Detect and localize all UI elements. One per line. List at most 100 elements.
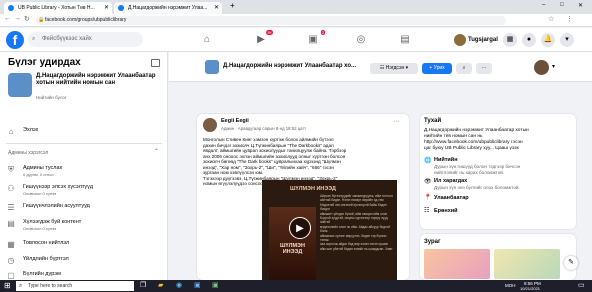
image-text: Айрсан бүтээлүүдийг занжинуруулж, ийм то… [320,194,396,278]
groups-icon[interactable]: ◎ [354,33,368,47]
reload-icon[interactable]: ↻ [24,15,30,23]
chrome-icon[interactable]: ◉ [176,281,182,291]
invite-label: Урих [433,65,445,71]
post-text-line: Монголын Стивен Кинг хэмээн хүртэж болох… [203,137,334,142]
post-text-line: инээд", "Хар ном", "Зохрь-2", "Ши", "Үйл… [203,164,334,170]
user-shield-icon: ⛨ [8,165,14,174]
messenger-icon[interactable]: ● [522,33,536,47]
sidebar-item-pending-content[interactable]: ▤ Хүлээгдэж буй контент Оновчлол 0 хүнээ [6,219,162,233]
minimize-button[interactable]: – [542,2,545,8]
globe-icon: 🌐 [424,158,432,164]
user-name[interactable]: Tugsjargal [468,37,498,43]
clock-date[interactable]: 10/21/2021 [520,286,540,291]
chevron-down-icon[interactable]: ▾ [552,63,555,70]
close-icon[interactable]: ✕ [104,2,109,14]
photo-thumbnail[interactable] [494,249,560,279]
joined-button[interactable]: ☷ Нэгдсэн ▾ [370,63,418,74]
avatar[interactable] [203,118,217,132]
about-desc-line: нийтийн тев номын сан нь [424,134,483,139]
lock-icon: 🔒 [38,17,45,23]
group-name[interactable]: Д.Нацагдоржийн нэрэмжит Улаанбаатар хоты… [36,73,156,87]
divider [6,143,162,144]
forward-icon[interactable]: → [14,15,21,22]
word-icon[interactable]: ▣ [194,281,201,291]
more-options-button[interactable]: ··· [476,63,492,74]
play-icon[interactable]: ▶ [289,217,311,239]
photo-thumbnail[interactable] [424,249,490,279]
gaming-icon[interactable]: ▤ [398,33,412,47]
post-meta: Админ · Аравдугаар сарын 8-нд 18:52 цагт [221,126,307,131]
collapse-icon[interactable] [151,59,160,67]
sidebar-item-scheduled-posts[interactable]: ▦ Товлосон нийтлэл [6,240,162,252]
sidebar-item-home[interactable]: ⌂ Эхлэх [6,127,162,139]
image-title: ШҮЛМЭН ИНЭЭД [290,186,336,192]
url-text: facebook.com/groups/ubpubliclibrary [45,17,127,23]
notifications-icon[interactable]: 🔔 [541,33,555,47]
facebook-favicon-icon [8,5,14,11]
close-icon[interactable]: ✕ [214,2,219,14]
browser-tab-title: UB Public Library - Хотын Төв Н... [18,5,95,11]
more-icon: ··· [481,65,487,71]
admin-tools-title: Админы хэрэгсэл [8,150,49,156]
account-icon[interactable]: ▾ [560,33,574,47]
sidebar-item-group-rules[interactable]: ▢ Бүлгийн дүрэм [6,271,162,280]
home-icon[interactable]: ⌂ [200,33,214,47]
invite-button[interactable]: + Урих [422,63,452,74]
task-view-icon[interactable]: ❐ [140,281,146,291]
avatar[interactable] [534,60,549,75]
browser-tab[interactable]: Д.Нацагдоржийн нэрэмжит Улаа... ✕ [114,2,222,14]
photos-title: Зураг [424,239,441,245]
browser-tab[interactable]: UB Public Library - Хотын Төв Н... ✕ [4,2,112,14]
rules-icon: ▢ [7,271,15,280]
file-explorer-icon[interactable]: ▰ [158,281,163,291]
close-window-button[interactable]: ✕ [578,2,583,9]
excel-icon[interactable]: ▣ [212,281,219,291]
sidebar-item-activity-log[interactable]: ◷ Үйлдлийн бүртгэл [6,256,162,268]
sidebar-item-sub: Оновчлол 0 хүнээ [23,191,57,196]
sidebar-item-member-requests[interactable]: ⚇ Гишүүнээр элсэх хүсэлтүүд Оновчлол 0 х… [6,184,162,198]
maximize-button[interactable]: □ [560,2,564,8]
group-thumbnail[interactable] [8,73,32,97]
facebook-search-input[interactable]: ⌕ Фейсбүүкээс хайх [28,32,143,47]
group-privacy: Нийтийн бүлэг [36,95,67,100]
sidebar-item-admin-assist[interactable]: ⛨ Админы туслах 0 дүрэм, 0 огноо [6,165,162,179]
sidebar-item-label: Админы туслах [23,165,63,171]
image-text-line: ийм шиг үйлтэй бидэн эзнийг нь шаардсан.… [320,246,393,251]
notification-badge: 9+ [266,30,273,35]
windows-start-icon[interactable]: ⊞ [4,281,11,291]
image-text-line: мэдээллийн олон нь ийм. Айдас айсуур бод… [320,224,390,234]
sidebar-item-label: Гишүүнээр элсэх хүсэлтүүд [23,184,94,190]
back-icon[interactable]: ← [4,15,11,22]
post-author[interactable]: Eegii Eegii [221,118,249,124]
menu-grid-icon[interactable]: ▦ [503,33,517,47]
url-field[interactable]: 🔒 facebook.com/groups/ubpubliclibrary [36,16,506,25]
image-text-line: Бодтой зүүдтэй, оюуны хүрээгээр тэрхүү з… [320,216,388,225]
extensions-icon[interactable]: ☆ [548,15,554,23]
language-indicator[interactable]: МОН [505,283,516,288]
group-thumbnail[interactable] [205,60,219,74]
notification-center-icon[interactable]: ▭ [578,281,585,291]
user-request-icon: ⚇ [7,184,15,193]
chevron-up-icon[interactable]: ⌃ [154,148,159,155]
book-title: ШҮЛМЭН ИНЭЭД [280,243,305,255]
avatar[interactable] [454,34,466,46]
more-icon[interactable]: ··· [393,118,400,125]
marketplace-icon[interactable]: ▣ 2 [306,30,325,47]
facebook-logo[interactable]: f [6,31,24,49]
sidebar-item-membership-questions[interactable]: ☰ Гишүүнчлэлийн асуултууд [6,203,162,215]
review-icon: ▤ [7,219,15,228]
group-bar-name[interactable]: Д.Нацагдоржийн нэрэмжит Улаанбаатар хо..… [223,63,356,69]
sidebar-item-label: Товлосон нийтлэл [23,240,70,246]
taskbar-search-input[interactable]: ⌕ Type here to search [16,281,134,291]
browser-tab-title: Д.Нацагдоржийн нэрэмжит Улаа... [128,5,208,11]
new-tab-button[interactable]: + [230,1,235,10]
group-category-icon: ☷ [424,208,430,214]
sidebar-item-sub: Оновчлол 0 хүнээ [23,226,57,231]
menu-icon[interactable]: ⋮ [566,15,573,23]
group-search-button[interactable]: ⌕ [456,63,472,74]
new-message-icon[interactable]: ✎ [564,256,578,270]
post-text-line: зохиолч бөгөөд "The Dark books" цувралын… [203,159,341,164]
watch-icon[interactable]: ▶ 9+ [254,30,273,47]
about-desc-line[interactable]: цаг буюу UB Public Library хуу... Цааш ү… [424,146,519,151]
visible-title: Ил харагдах [434,178,468,184]
